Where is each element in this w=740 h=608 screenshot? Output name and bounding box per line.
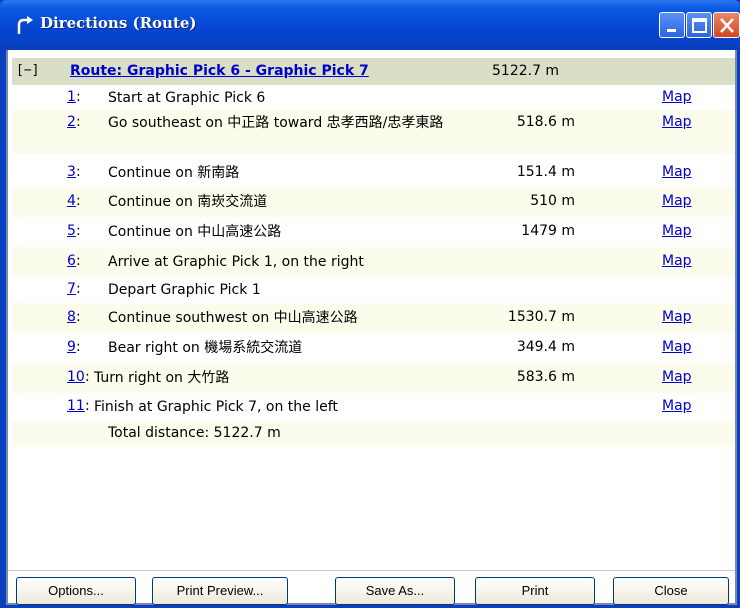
map-link[interactable]: Map [662,114,692,130]
step-row: 8: Continue southwest on 中山高速公路 1530.7 m… [12,303,735,333]
step-distance: 1530.7 m [507,309,575,325]
step-row: 10: Turn right on 大竹路 583.6 m Map [12,363,735,393]
step-number-link[interactable]: 2 [67,114,76,130]
step-number-link[interactable]: 11 [67,398,85,414]
close-icon [720,18,734,33]
turn-arrow-icon [17,16,33,34]
step-description: Continue on 南崁交流道 [108,194,268,210]
step-description: Turn right on 大竹路 [94,370,230,386]
step-row: 5: Continue on 中山高速公路 1479 m Map [67,223,692,240]
step-description: Continue on 中山高速公路 [108,224,282,240]
step-description: Go southeast on 中正路 toward 忠孝西路/忠孝東路 [108,115,444,131]
step-description: Start at Graphic Pick 6 [108,90,266,106]
step-row: 3: Continue on 新南路 151.4 m Map [67,164,692,181]
route-name-link[interactable]: Route: Graphic Pick 6 - Graphic Pick 7 [70,63,369,79]
map-link[interactable]: Map [662,253,692,269]
step-number-link[interactable]: 10 [67,369,85,385]
step-description: Continue southwest on 中山高速公路 [108,310,358,326]
step-number-link[interactable]: 4 [67,193,76,209]
step-number-link[interactable]: 7 [67,281,76,297]
step-distance: 510 m [530,193,575,209]
collapse-toggle[interactable]: [−] [16,63,39,78]
step-row: 2: Go southeast on 中正路 toward 忠孝西路/忠孝東路 … [12,110,735,154]
step-distance: 349.4 m [516,339,575,355]
title-bar[interactable]: Directions (Route) [0,0,740,50]
step-description: Depart Graphic Pick 1 [108,282,261,298]
step-row: 11: Finish at Graphic Pick 7, on the lef… [67,398,692,415]
step-row: 1: Start at Graphic Pick 6 Map [67,89,692,106]
map-link[interactable]: Map [662,339,692,355]
step-description: Finish at Graphic Pick 7, on the left [94,399,338,415]
map-link[interactable]: Map [662,369,692,385]
close-window-button[interactable] [713,12,740,38]
step-distance: 518.6 m [516,114,575,130]
save-as-button[interactable]: Save As... [335,577,455,605]
options-button[interactable]: Options... [16,577,136,605]
total-distance-row: Total distance: 5122.7 m [12,421,735,447]
map-link[interactable]: Map [662,223,692,239]
step-row: 6: Arrive at Graphic Pick 1, on the righ… [12,247,735,277]
map-link[interactable]: Map [662,89,692,105]
step-row: 7: Depart Graphic Pick 1 [12,277,735,303]
window-title: Directions (Route) [40,14,197,32]
button-bar: Options... Print Preview... Save As... P… [8,570,735,605]
step-number-link[interactable]: 3 [67,164,76,180]
step-distance: 1479 m [521,223,575,239]
step-number-link[interactable]: 5 [67,223,76,239]
maximize-button[interactable] [686,12,712,38]
route-header-row: [−] Route: Graphic Pick 6 - Graphic Pick… [12,58,735,85]
step-description: Bear right on 機場系統交流道 [108,340,303,356]
step-description: Arrive at Graphic Pick 1, on the right [108,254,364,270]
print-button[interactable]: Print [475,577,595,605]
map-link[interactable]: Map [662,309,692,325]
total-distance: Total distance: 5122.7 m [108,425,281,441]
step-number-link[interactable]: 1 [67,89,76,105]
directions-window: Directions (Route) [−] Route: Graphic Pi… [0,0,740,608]
step-distance: 583.6 m [516,369,575,385]
print-preview-button[interactable]: Print Preview... [152,577,288,605]
step-row: 4: Continue on 南崁交流道 510 m Map [12,187,735,217]
map-link[interactable]: Map [662,193,692,209]
directions-panel: [−] Route: Graphic Pick 6 - Graphic Pick… [6,50,737,605]
map-link[interactable]: Map [662,164,692,180]
minimize-button[interactable] [659,12,685,38]
step-number-link[interactable]: 9 [67,339,76,355]
map-link[interactable]: Map [662,398,692,414]
close-button[interactable]: Close [613,577,729,605]
route-distance: 5122.7 m [492,63,560,79]
step-number-link[interactable]: 8 [67,309,76,325]
step-distance: 151.4 m [516,164,575,180]
step-number-link[interactable]: 6 [67,253,76,269]
maximize-icon [692,18,707,33]
step-description: Continue on 新南路 [108,165,240,181]
step-row: 9: Bear right on 機場系統交流道 349.4 m Map [67,339,692,356]
minimize-icon [667,29,676,32]
